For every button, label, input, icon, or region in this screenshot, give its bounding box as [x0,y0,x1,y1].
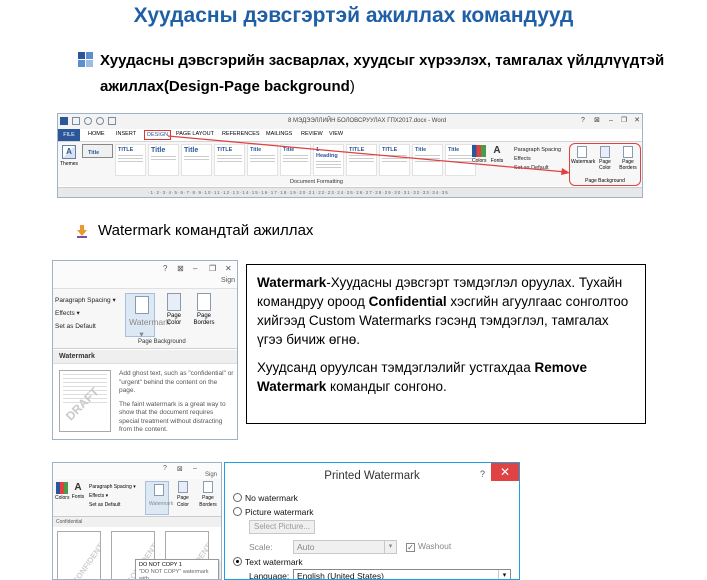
watermark-panel-screenshot: ? ⊠ – ❐ ✕ Sign Paragraph Spacing ▾ Effec… [52,260,238,440]
radio-icon[interactable] [233,557,242,566]
section2-text: Watermark командтай ажиллах [98,222,314,239]
effects-button[interactable]: Effects ▾ [55,307,116,320]
scale-select[interactable]: Auto ▾ [293,540,397,554]
select-picture-button[interactable]: Select Picture... [249,520,315,534]
minimize-icon[interactable]: – [193,465,197,472]
page-background-label: Page Background [138,339,186,345]
picture-watermark-option[interactable]: Picture watermark [233,507,314,517]
sign-in-link[interactable]: Sign [221,277,235,284]
scale-label: Scale: [249,542,273,552]
explanation-box: Watermark-Хуудасны дэвсгэрт тэмдэглэл ор… [246,264,646,424]
page-color-button[interactable]: Page Color [159,293,189,327]
dialog-title: Printed Watermark [324,470,420,482]
page-title: Хуудасны дэвсгэртэй ажиллах командууд [133,4,574,27]
radio-icon[interactable] [233,493,242,502]
gallery-titlebar: ? ⊠ – Sign [53,463,221,479]
watermark-gallery-screenshot: ? ⊠ – Sign Colors A Fonts Paragraph Spac… [52,462,222,580]
page-color-icon [167,293,181,311]
checkbox-icon[interactable]: ✓ [406,543,415,552]
chevron-down-icon: ▾ [384,541,396,553]
watermark-option[interactable]: CONFIDENTIAL [57,531,101,579]
radio-icon[interactable] [233,507,242,516]
effects-button[interactable]: Effects ▾ [89,492,136,501]
explanation-paragraph-2: Хуудсанд оруулсан тэмдэглэлийг устгахдаа… [257,360,587,394]
minimize-icon[interactable]: – [193,264,197,273]
page-color-button[interactable]: Page Color [171,481,195,509]
section1-close-paren: ) [349,78,355,95]
page-borders-button[interactable]: Page Borders [196,481,220,509]
ribbon-options-icon[interactable]: ⊠ [177,264,184,273]
paragraph-spacing-button[interactable]: Paragraph Spacing ▾ [55,294,116,307]
annotation-arrow [167,135,570,175]
page-borders-button[interactable]: Page Borders [189,293,219,327]
set-default-button[interactable]: Set as Default [55,320,116,333]
panel-ribbon: Paragraph Spacing ▾ Effects ▾ Set as Def… [53,289,237,349]
help-icon[interactable]: ? [163,465,167,472]
dialog-titlebar: Printed Watermark ? ✕ [225,463,519,489]
tooltip-description: Add ghost text, such as "confidential" o… [119,370,234,433]
watermark-icon [134,296,149,314]
help-icon[interactable]: ? [163,264,167,273]
text-watermark-option[interactable]: Text watermark [233,557,303,567]
gallery-ribbon: Colors A Fonts Paragraph Spacing ▾ Effec… [53,479,221,517]
confidential-section-label: Confidential [53,517,221,527]
page-borders-icon [197,293,211,311]
square-bullet-icon [78,52,94,68]
close-icon[interactable]: ✕ [225,264,232,273]
paragraph-options: Paragraph Spacing ▾ Effects ▾ Set as Def… [55,294,116,333]
watermark-icon [153,484,164,496]
no-watermark-option[interactable]: No watermark [233,493,298,503]
printed-watermark-dialog: Printed Watermark ? ✕ No watermark Pictu… [224,462,520,580]
maximize-icon[interactable]: ❐ [209,264,216,273]
ribbon-screenshot: 8 МЭДЭЭЛЛИЙН БОЛОВСРУУЛАХ ГПХ2017.docx -… [57,113,643,198]
language-label: Language: [249,571,290,580]
fonts-button[interactable]: A Fonts [71,482,85,500]
watermark-preview: DRAFT [59,370,111,432]
arrow-bullet-icon [77,225,87,238]
washout-checkbox[interactable]: ✓ Washout [406,541,451,552]
watermark-button[interactable]: Watermark ▾ [125,293,170,339]
set-default-button[interactable]: Set as Default [89,501,136,510]
watermark-button[interactable]: Watermark [145,481,173,515]
paragraph-options: Paragraph Spacing ▾ Effects ▾ Set as Def… [89,483,136,510]
fonts-icon: A [74,482,82,493]
explanation-paragraph-1: Watermark-Хуудасны дэвсгэрт тэмдэглэл ор… [257,275,629,347]
language-select[interactable]: English (United States) ▾ [293,569,511,579]
panel-titlebar: ? ⊠ – ❐ ✕ Sign [53,261,237,289]
paragraph-spacing-button[interactable]: Paragraph Spacing ▾ [89,483,136,492]
chevron-down-icon: ▾ [498,570,510,579]
section1-paragraph: Хуудасны дэвсгэрийн засварлах, хуудсыг х… [100,48,680,100]
colors-button[interactable]: Colors [55,482,69,501]
section1-text: Хуудасны дэвсгэрийн засварлах, хуудсыг х… [100,52,665,95]
page-color-icon [178,481,188,493]
tooltip-title: Watermark [53,350,237,364]
colors-icon [56,482,68,494]
watermark-tooltip: Watermark DRAFT Add ghost text, such as … [53,350,237,439]
close-button[interactable]: ✕ [491,463,519,481]
sign-in-link[interactable]: Sign [205,472,217,478]
watermark-tooltip: DO NOT COPY 1 "DO NOT COPY" watermark wi… [135,559,219,579]
ribbon-options-icon[interactable]: ⊠ [177,465,183,473]
help-icon[interactable]: ? [480,469,485,479]
page-borders-icon [203,481,213,493]
